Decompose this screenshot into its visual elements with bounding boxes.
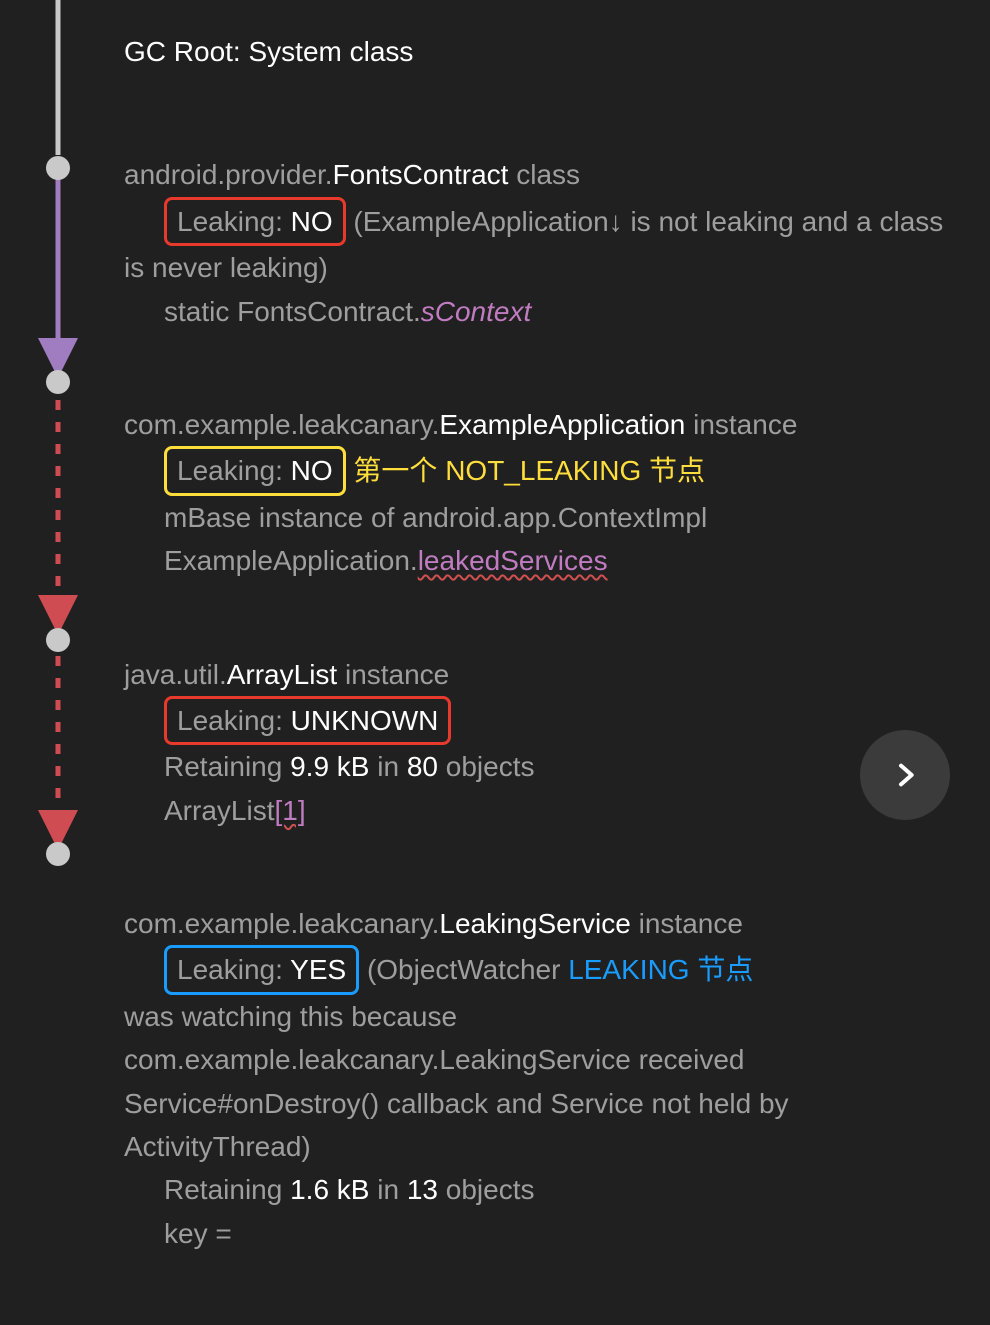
timeline-svg xyxy=(0,0,120,1296)
arraylist-prefix: ArrayList xyxy=(164,795,274,826)
retaining-size: 9.9 kB xyxy=(290,751,369,782)
class-name: LeakingService xyxy=(439,908,630,939)
detail-mbase: mBase instance of android.app.ContextImp… xyxy=(124,496,970,539)
retaining-count: 13 xyxy=(407,1174,438,1205)
leaking-value: UNKNOWN xyxy=(291,705,439,736)
class-name: ArrayList xyxy=(227,659,337,690)
retaining-post: objects xyxy=(438,751,535,782)
leaking-status-box: Leaking: UNKNOWN xyxy=(164,696,451,745)
gc-root-label: GC Root: System class xyxy=(124,30,970,73)
field-name: sContext xyxy=(421,296,532,327)
leaking-value: NO xyxy=(291,206,333,237)
trace-node-leaking-service: com.example.leakcanary.LeakingService in… xyxy=(124,902,970,1255)
leak-trace-gutter xyxy=(0,0,120,1296)
field-name[interactable]: leakedServices xyxy=(418,545,608,576)
package-path: android.provider. xyxy=(124,159,333,190)
field-prefix: static FontsContract. xyxy=(164,296,421,327)
leaking-status-box: Leaking: NO xyxy=(164,446,346,495)
retaining-count: 80 xyxy=(407,751,438,782)
annotation-leaking: LEAKING 节点 xyxy=(568,954,753,985)
trace-node-fonts-contract: android.provider.FontsContract class Lea… xyxy=(124,153,970,333)
trace-node-example-application: com.example.leakcanary.ExampleApplicatio… xyxy=(124,403,970,583)
retaining-mid: in xyxy=(369,1174,406,1205)
chevron-right-icon xyxy=(889,759,921,791)
retaining-pre: Retaining xyxy=(164,751,290,782)
kind-suffix: instance xyxy=(631,908,743,939)
leaking-value: NO xyxy=(291,455,333,486)
package-path: com.example.leakcanary. xyxy=(124,908,439,939)
package-path: com.example.leakcanary. xyxy=(124,409,439,440)
leaking-status-box: Leaking: YES xyxy=(164,945,359,994)
kind-suffix: class xyxy=(508,159,580,190)
retaining-pre: Retaining xyxy=(164,1174,290,1205)
retaining-mid: in xyxy=(369,751,406,782)
leaking-status-box: Leaking: NO xyxy=(164,197,346,246)
class-name: ExampleApplication xyxy=(439,409,685,440)
leak-trace-content: GC Root: System class android.provider.F… xyxy=(124,0,970,1325)
class-name: FontsContract xyxy=(333,159,509,190)
leaking-value: YES xyxy=(290,954,346,985)
kind-suffix: instance xyxy=(685,409,797,440)
annotation-not-leaking: 第一个 NOT_LEAKING 节点 xyxy=(353,455,705,486)
kind-suffix: instance xyxy=(337,659,449,690)
retaining-size: 1.6 kB xyxy=(290,1174,369,1205)
trace-node-array-list: java.util.ArrayList instance Leaking: UN… xyxy=(124,653,970,833)
arraylist-index[interactable]: [1] xyxy=(274,795,305,826)
package-path: java.util. xyxy=(124,659,227,690)
leaking-reason-continued: was watching this because com.example.le… xyxy=(124,995,970,1169)
field-prefix: ExampleApplication. xyxy=(164,545,418,576)
key-line: key = xyxy=(124,1212,970,1255)
retaining-post: objects xyxy=(438,1174,535,1205)
next-button[interactable] xyxy=(860,730,950,820)
